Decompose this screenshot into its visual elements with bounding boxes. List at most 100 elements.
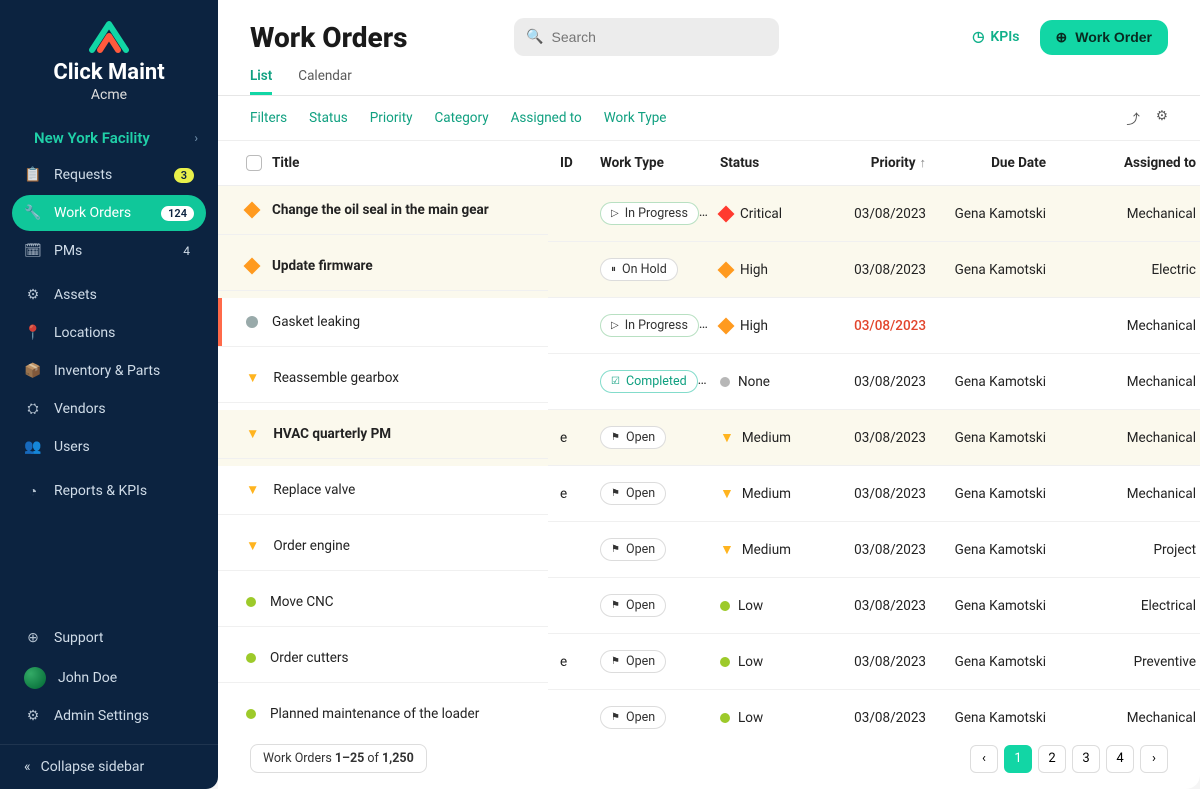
nav-label: Inventory & Parts: [54, 363, 160, 379]
priority-medium-icon: ▼: [720, 485, 734, 502]
triangle-icon: ▼: [246, 538, 259, 554]
nav-requests[interactable]: 📋Requests 3: [12, 157, 206, 193]
status-pill: ⚑Open: [600, 706, 666, 729]
nav-reports[interactable]: ◔Reports & KPIs: [12, 473, 206, 509]
cell-due: 03/08/2023: [818, 186, 938, 242]
cell-due: 03/08/2023: [818, 578, 938, 634]
table-row[interactable]: ▼Reassemble gearbox ☑Completed None 03/0…: [218, 354, 1200, 410]
col-assigned-to[interactable]: Assigned to: [1058, 141, 1200, 186]
priority-label: High: [740, 318, 768, 334]
table-row[interactable]: Change the oil seal in the main gear ▷In…: [218, 186, 1200, 242]
status-pill: ⚑Open: [600, 594, 666, 617]
collapse-sidebar[interactable]: « Collapse sidebar: [0, 744, 218, 789]
table-row[interactable]: Update firmware ⏸On Hold High 03/08/2023…: [218, 242, 1200, 298]
col-priority[interactable]: Priority↑: [818, 141, 938, 186]
sidebar: Click Maint Acme New York Facility › 📋Re…: [0, 0, 218, 789]
row-title: Order cutters: [270, 650, 348, 666]
settings-icon[interactable]: ⚙: [1156, 108, 1168, 128]
nav-support[interactable]: ⊕Support: [12, 620, 206, 656]
export-icon[interactable]: ⤴: [1126, 108, 1140, 128]
cell-status: ⏸On Hold: [588, 242, 708, 298]
tab-list[interactable]: List: [250, 60, 272, 95]
filter-category[interactable]: Category: [435, 110, 489, 126]
search-box[interactable]: 🔍: [514, 18, 779, 56]
page-title: Work Orders: [250, 21, 408, 54]
pager-page[interactable]: 4: [1106, 745, 1134, 773]
nav-work-orders[interactable]: 🔧Work Orders 124: [12, 195, 206, 231]
pager-prev[interactable]: ‹: [970, 745, 998, 773]
new-work-order-button[interactable]: ⊕ Work Order: [1040, 20, 1169, 55]
filter-work-type[interactable]: Work Type: [604, 110, 667, 126]
assignee-name: Gena Kamotski: [955, 430, 1046, 446]
pagination-summary: Work Orders 1–25 of 1,250: [250, 744, 427, 773]
plus-circle-icon: ⊕: [1056, 29, 1068, 46]
tab-calendar[interactable]: Calendar: [298, 60, 352, 95]
priority-medium-icon: ▼: [720, 541, 734, 558]
col-work-type[interactable]: Work Type: [588, 141, 708, 186]
nav-vendors[interactable]: ⛭Vendors: [12, 391, 206, 427]
col-status[interactable]: Status: [708, 141, 818, 186]
filter-assigned-to[interactable]: Assigned to: [511, 110, 582, 126]
kpis-link[interactable]: ◷ KPIs: [972, 29, 1019, 45]
brand-name: Click Maint: [20, 60, 198, 85]
cell-status: ⚑Open: [588, 634, 708, 690]
cell-assignee: Gena Kamotski: [938, 634, 1058, 690]
table-row[interactable]: ▼Replace valve e ⚑Open ▼Medium 03/08/202…: [218, 466, 1200, 522]
cell-priority: None: [708, 354, 818, 410]
cell-assignee: Gena Kamotski: [938, 186, 1058, 242]
assignee-name: Gena Kamotski: [955, 374, 1046, 390]
row-title: Gasket leaking: [272, 314, 360, 330]
filter-filters[interactable]: Filters: [250, 110, 287, 126]
table-row[interactable]: Order cutters e ⚑Open Low 03/08/2023 Gen…: [218, 634, 1200, 690]
table-row[interactable]: Gasket leaking ▷In Progress High 03/08/2…: [218, 298, 1200, 354]
cell-assignee: Gena Kamotski: [938, 242, 1058, 298]
nav-assets[interactable]: ⚙Assets: [12, 277, 206, 313]
facility-name: New York Facility: [34, 129, 150, 147]
priority-label: Medium: [742, 542, 791, 558]
work-orders-badge: 124: [161, 206, 194, 221]
nav-locations[interactable]: 📍Locations: [12, 315, 206, 351]
status-pill: ⚑Open: [600, 650, 666, 673]
row-title: Change the oil seal in the main gear: [272, 202, 489, 218]
nav-label: Vendors: [54, 401, 106, 417]
pager-page[interactable]: 1: [1004, 745, 1032, 773]
nav-inventory[interactable]: 📦Inventory & Parts: [12, 353, 206, 389]
filter-priority[interactable]: Priority: [370, 110, 413, 126]
table-row[interactable]: Move CNC ⚑Open Low 03/08/2023 Gena Kamot…: [218, 578, 1200, 634]
dot-icon: [246, 709, 256, 719]
table-row[interactable]: ▼Order engine ⚑Open ▼Medium 03/08/2023 G…: [218, 522, 1200, 578]
collapse-icon: «: [24, 759, 31, 775]
row-title: Planned maintenance of the loader: [270, 706, 479, 722]
cell-title: Move CNC: [218, 578, 548, 627]
cell-status: ⚑Open: [588, 466, 708, 522]
status-pill: ⚑Open: [600, 426, 666, 449]
view-tabs: List Calendar: [218, 56, 1200, 96]
cell-priority: ▼Medium: [708, 466, 818, 522]
nav-users[interactable]: 👥Users: [12, 429, 206, 465]
select-all-checkbox[interactable]: [246, 155, 262, 171]
cell-status: ⚑Open: [588, 410, 708, 466]
filter-status[interactable]: Status: [309, 110, 348, 126]
current-user[interactable]: John Doe: [12, 658, 206, 698]
cell-work-type: Mechanical: [1058, 186, 1200, 242]
pager-page[interactable]: 2: [1038, 745, 1066, 773]
status-icon: ▷: [611, 320, 619, 331]
cell-assignee: Gena Kamotski: [938, 522, 1058, 578]
cell-title: ▼Order engine: [218, 522, 548, 571]
pager-next[interactable]: ›: [1140, 745, 1168, 773]
cell-title: Order cutters: [218, 634, 548, 683]
pager-page[interactable]: 3: [1072, 745, 1100, 773]
nav-pms[interactable]: 🗓PMs 4: [12, 233, 206, 269]
search-input[interactable]: [552, 29, 768, 45]
nav-label: Locations: [54, 325, 115, 341]
col-id[interactable]: ID: [548, 141, 588, 186]
assignee-name: Gena Kamotski: [955, 710, 1046, 726]
nav-admin-settings[interactable]: ⚙Admin Settings: [12, 698, 206, 734]
gear-icon: ⚙: [24, 707, 42, 725]
priority-label: High: [740, 262, 768, 278]
col-title[interactable]: Title: [218, 141, 548, 186]
table-row[interactable]: ▼HVAC quarterly PM e ⚑Open ▼Medium 03/08…: [218, 410, 1200, 466]
facility-selector[interactable]: New York Facility ›: [0, 111, 218, 157]
table-row[interactable]: Planned maintenance of the loader ⚑Open …: [218, 690, 1200, 732]
col-due-date[interactable]: Due Date: [938, 141, 1058, 186]
